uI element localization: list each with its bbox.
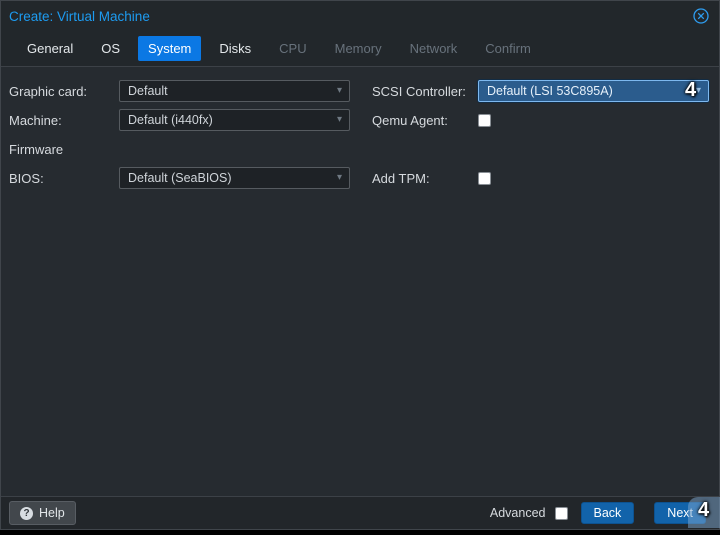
graphic-card-select[interactable]: Default ▾ bbox=[119, 80, 350, 102]
help-button-label: Help bbox=[39, 506, 65, 520]
tab-disks[interactable]: Disks bbox=[209, 36, 261, 61]
add-tpm-label: Add TPM: bbox=[372, 171, 478, 186]
form-row: Machine: Default (i440fx) ▾ Qemu Agent: bbox=[9, 109, 711, 131]
bios-label: BIOS: bbox=[9, 171, 119, 186]
footer-actions: Advanced Back Next bbox=[490, 502, 706, 524]
graphic-card-label: Graphic card: bbox=[9, 84, 119, 99]
system-form: Graphic card: Default ▾ SCSI Controller:… bbox=[1, 67, 719, 496]
tab-network: Network bbox=[400, 36, 468, 61]
chevron-down-icon: ▾ bbox=[337, 173, 342, 183]
form-row: BIOS: Default (SeaBIOS) ▾ Add TPM: bbox=[9, 167, 711, 189]
footer-bar: ? Help Advanced Back Next bbox=[1, 496, 719, 529]
scsi-controller-label: SCSI Controller: bbox=[372, 84, 478, 99]
action-hint-badge-scsi: 4 bbox=[685, 79, 696, 102]
form-row: Graphic card: Default ▾ SCSI Controller:… bbox=[9, 80, 711, 102]
back-button[interactable]: Back bbox=[581, 502, 635, 524]
tab-bar: General OS System Disks CPU Memory Netwo… bbox=[1, 31, 719, 67]
firmware-section-label: Firmware bbox=[9, 138, 63, 160]
chevron-down-icon: ▾ bbox=[337, 115, 342, 125]
tab-system[interactable]: System bbox=[138, 36, 201, 61]
scsi-controller-combo[interactable]: Default (LSI 53C895A) ▾ bbox=[478, 80, 709, 102]
tab-os[interactable]: OS bbox=[91, 36, 130, 61]
bios-value: Default (SeaBIOS) bbox=[128, 171, 232, 185]
action-hint-badge-next: 4 bbox=[698, 499, 709, 522]
advanced-label: Advanced bbox=[490, 506, 546, 520]
create-vm-dialog: Create: Virtual Machine General OS Syste… bbox=[0, 0, 720, 530]
chevron-down-icon: ▾ bbox=[696, 86, 701, 96]
bios-select[interactable]: Default (SeaBIOS) ▾ bbox=[119, 167, 350, 189]
qemu-agent-checkbox[interactable] bbox=[478, 114, 491, 127]
machine-label: Machine: bbox=[9, 113, 119, 128]
graphic-card-value: Default bbox=[128, 84, 168, 98]
close-icon[interactable] bbox=[693, 8, 709, 24]
qemu-agent-label: Qemu Agent: bbox=[372, 113, 478, 128]
help-button[interactable]: ? Help bbox=[9, 501, 76, 525]
add-tpm-checkbox[interactable] bbox=[478, 172, 491, 185]
help-icon: ? bbox=[20, 507, 33, 520]
dialog-titlebar: Create: Virtual Machine bbox=[1, 1, 719, 31]
form-row: Firmware bbox=[9, 138, 711, 160]
advanced-checkbox[interactable] bbox=[555, 507, 568, 520]
tab-confirm: Confirm bbox=[475, 36, 541, 61]
back-button-label: Back bbox=[594, 506, 622, 520]
tab-general[interactable]: General bbox=[17, 36, 83, 61]
tab-memory: Memory bbox=[325, 36, 392, 61]
tab-cpu: CPU bbox=[269, 36, 316, 61]
scsi-controller-value: Default (LSI 53C895A) bbox=[487, 84, 613, 98]
machine-select[interactable]: Default (i440fx) ▾ bbox=[119, 109, 350, 131]
chevron-down-icon: ▾ bbox=[337, 86, 342, 96]
dialog-title: Create: Virtual Machine bbox=[9, 9, 150, 24]
machine-value: Default (i440fx) bbox=[128, 113, 213, 127]
